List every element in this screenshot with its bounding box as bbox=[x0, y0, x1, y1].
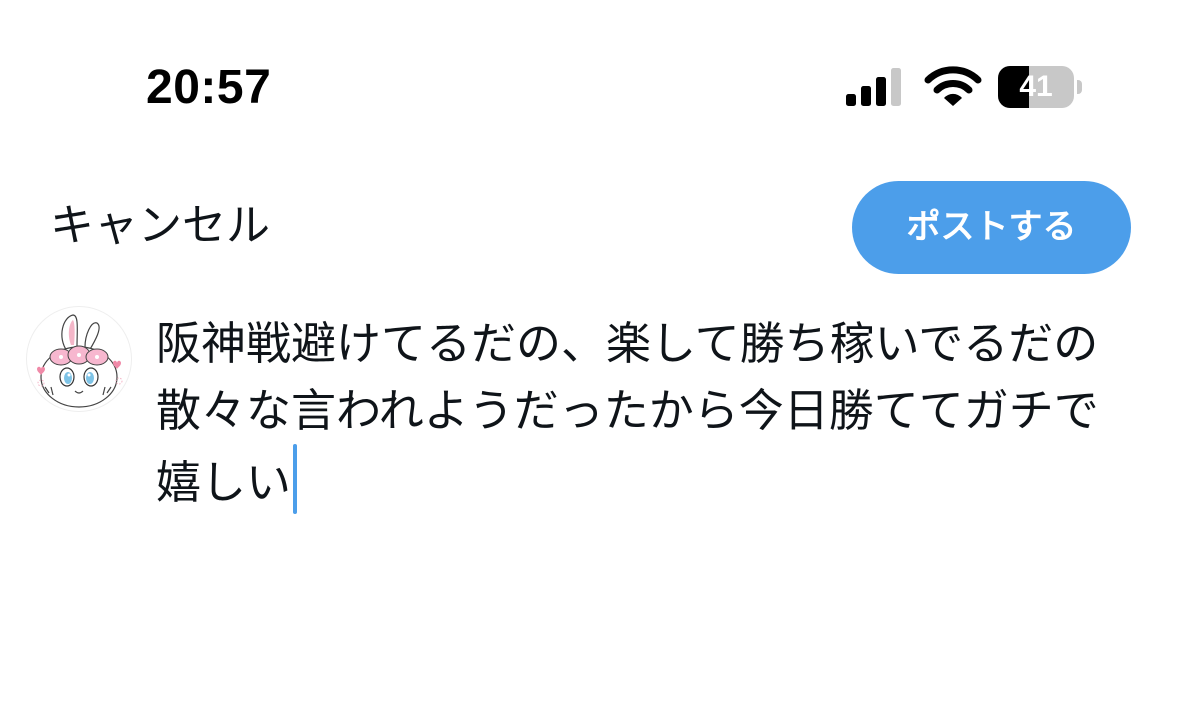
status-time: 20:57 bbox=[146, 61, 272, 114]
battery-indicator: 41 bbox=[998, 66, 1084, 108]
wifi-icon bbox=[924, 66, 982, 106]
battery-level: 41 bbox=[1019, 70, 1053, 103]
compose-text-area[interactable]: 阪神戦避けてるだの、楽して勝ち稼いでるだの散々な言われようだったから今日勝ててガ… bbox=[156, 310, 1121, 516]
status-bar: 20:57 41 bbox=[0, 0, 1179, 150]
cellular-signal-icon bbox=[846, 68, 901, 106]
battery-body: 41 bbox=[998, 66, 1074, 108]
profile-avatar[interactable] bbox=[26, 306, 132, 412]
profile-avatar-icon bbox=[37, 314, 123, 408]
battery-cap bbox=[1077, 80, 1082, 94]
cancel-button[interactable]: キャンセル bbox=[50, 196, 270, 256]
text-cursor bbox=[293, 444, 298, 514]
post-button[interactable]: ポストする bbox=[852, 181, 1131, 274]
compose-text: 阪神戦避けてるだの、楽して勝ち稼いでるだの散々な言われようだったから今日勝ててガ… bbox=[156, 317, 1099, 509]
